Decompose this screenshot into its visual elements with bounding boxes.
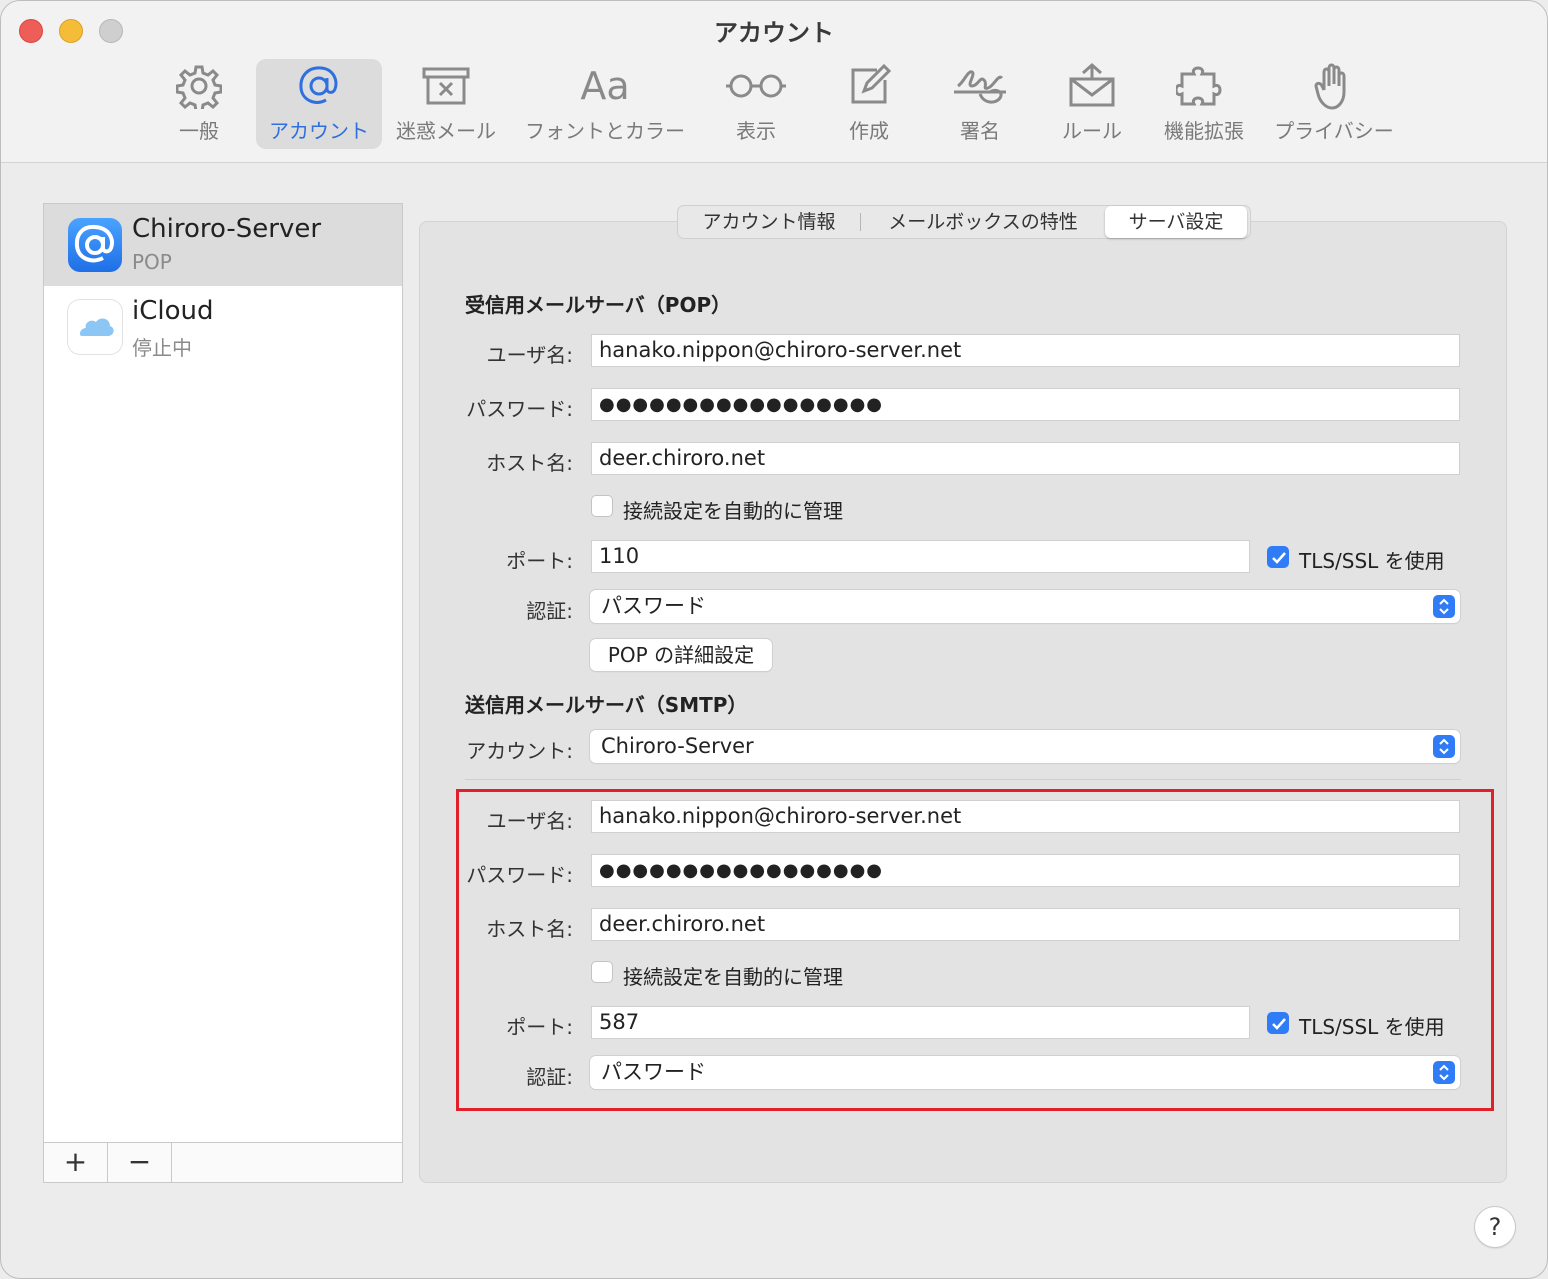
hand-icon <box>1314 59 1354 113</box>
toolbar: アカウント 一般 アカウント 迷惑メール Aa フォントとカラー 表示 作成 署… <box>1 1 1547 163</box>
settings-tabs: アカウント情報 メールボックスの特性 サーバ設定 <box>677 205 1251 239</box>
toolbar-item-fonts[interactable]: Aa フォントとカラー <box>519 59 691 149</box>
toolbar-label-accounts: アカウント <box>269 119 369 143</box>
signature-icon <box>950 59 1010 113</box>
toolbar-label-extensions: 機能拡張 <box>1164 119 1244 143</box>
account-name: iCloud <box>132 296 214 326</box>
incoming-tls-checkbox[interactable] <box>1267 546 1289 568</box>
incoming-username-field[interactable]: hanako.nippon@chiroro-server.net <box>591 334 1460 367</box>
toolbar-label-privacy: プライバシー <box>1274 119 1394 143</box>
tab-mailbox-behaviors[interactable]: メールボックスの特性 <box>861 206 1105 238</box>
toolbar-item-privacy[interactable]: プライバシー <box>1269 59 1399 149</box>
tab-server-settings[interactable]: サーバ設定 <box>1105 206 1247 238</box>
toolbar-item-rules[interactable]: ルール <box>1047 59 1137 149</box>
smtp-highlight-box <box>456 789 1494 1111</box>
incoming-auth-label: 認証: <box>526 599 573 623</box>
outgoing-account-value: Chiroro-Server <box>601 734 754 758</box>
compose-icon <box>847 59 891 113</box>
glasses-icon <box>724 59 788 113</box>
account-item-chiroro-server[interactable]: Chiroro-Server POP <box>44 204 402 286</box>
toolbar-item-extensions[interactable]: 機能拡張 <box>1155 59 1253 149</box>
icloud-icon <box>68 300 122 354</box>
toolbar-label-composing: 作成 <box>849 119 889 143</box>
gear-icon <box>176 59 222 113</box>
help-button[interactable]: ? <box>1475 1207 1515 1247</box>
toolbar-label-signatures: 署名 <box>960 119 1000 143</box>
section-divider <box>465 779 1461 780</box>
outgoing-account-label: アカウント: <box>466 739 573 763</box>
incoming-server-title: 受信用メールサーバ（POP） <box>465 293 732 317</box>
outgoing-server-title: 送信用メールサーバ（SMTP） <box>465 693 748 717</box>
incoming-auth-select[interactable]: パスワード <box>590 590 1460 623</box>
remove-account-button[interactable]: − <box>108 1143 172 1182</box>
tab-account-info[interactable]: アカウント情報 <box>678 206 860 238</box>
preferences-window: アカウント 一般 アカウント 迷惑メール Aa フォントとカラー 表示 作成 署… <box>0 0 1548 1279</box>
toolbar-item-accounts[interactable]: アカウント <box>256 59 382 149</box>
incoming-host-field[interactable]: deer.chiroro.net <box>591 442 1460 475</box>
checkmark-icon <box>1272 552 1286 564</box>
toolbar-label-junk: 迷惑メール <box>396 119 496 143</box>
outgoing-account-select[interactable]: Chiroro-Server <box>590 730 1460 763</box>
incoming-password-field[interactable]: ●●●●●●●●●●●●●●●●● <box>591 388 1460 421</box>
toolbar-item-junk[interactable]: 迷惑メール <box>389 59 503 149</box>
toolbar-item-signatures[interactable]: 署名 <box>935 59 1025 149</box>
incoming-auth-value: パスワード <box>601 594 706 618</box>
incoming-tls-label: TLS/SSL を使用 <box>1299 549 1445 573</box>
updown-chevron-icon <box>1433 595 1455 618</box>
account-status: 停止中 <box>132 336 192 360</box>
at-sign-mail-icon <box>68 218 122 272</box>
pop-advanced-settings-button[interactable]: POP の詳細設定 <box>590 639 772 671</box>
account-item-icloud[interactable]: iCloud 停止中 <box>44 286 402 368</box>
toolbar-label-rules: ルール <box>1062 119 1122 143</box>
font-aa-glyph: Aa <box>580 64 630 108</box>
incoming-password-label: パスワード: <box>466 397 573 421</box>
toolbar-label-general: 一般 <box>179 119 219 143</box>
window-title: アカウント <box>714 19 834 47</box>
toolbar-label-fonts: フォントとカラー <box>525 119 685 143</box>
toolbar-item-general[interactable]: 一般 <box>151 59 247 149</box>
incoming-auto-manage-checkbox[interactable] <box>591 495 613 517</box>
account-type: POP <box>132 250 172 274</box>
toolbar-item-composing[interactable]: 作成 <box>827 59 911 149</box>
account-list: Chiroro-Server POP iCloud 停止中 + − <box>43 203 403 1183</box>
at-sign-icon <box>294 59 344 113</box>
junk-tray-icon <box>421 59 471 113</box>
font-aa-icon: Aa <box>580 59 629 113</box>
updown-chevron-icon <box>1433 735 1455 758</box>
account-list-footer: + − <box>44 1142 402 1182</box>
rules-envelope-icon <box>1067 59 1117 113</box>
incoming-port-label: ポート: <box>506 549 573 573</box>
incoming-port-field[interactable]: 110 <box>591 540 1250 573</box>
add-account-button[interactable]: + <box>44 1143 108 1182</box>
account-name: Chiroro-Server <box>132 214 322 244</box>
puzzle-icon <box>1176 59 1232 113</box>
toolbar-label-viewing: 表示 <box>736 119 776 143</box>
incoming-auto-manage-label: 接続設定を自動的に管理 <box>623 499 843 523</box>
toolbar-item-viewing[interactable]: 表示 <box>713 59 799 149</box>
incoming-username-label: ユーザ名: <box>486 343 573 367</box>
incoming-host-label: ホスト名: <box>486 451 573 475</box>
